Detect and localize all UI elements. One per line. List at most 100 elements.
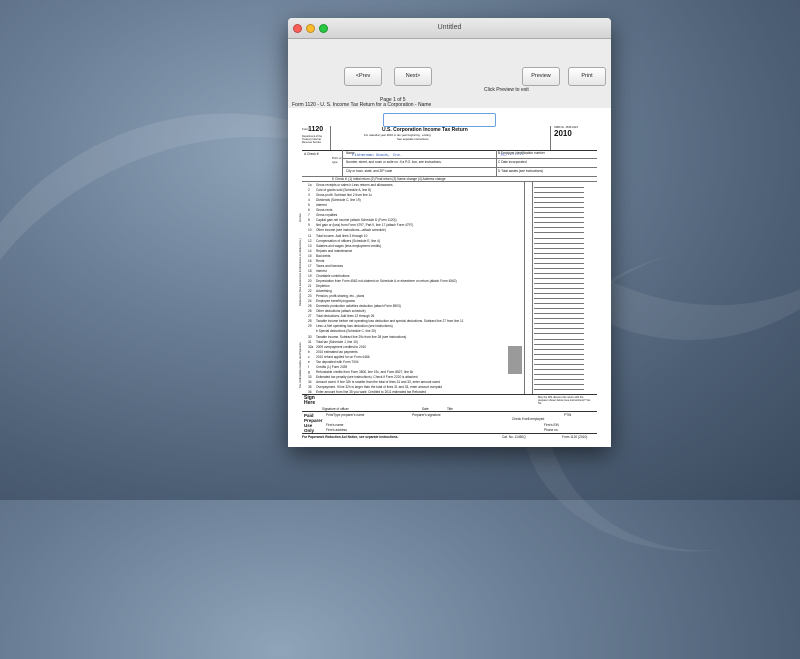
- line-number: 7: [308, 213, 310, 218]
- line-description: Domestic production activities deduction…: [316, 304, 401, 309]
- amount-field[interactable]: [534, 242, 584, 244]
- amount-field[interactable]: [534, 368, 584, 370]
- divider: [302, 433, 597, 434]
- amount-field[interactable]: [534, 237, 584, 239]
- line-number: 10: [308, 228, 312, 233]
- amount-field[interactable]: [534, 202, 584, 204]
- amount-field[interactable]: [534, 293, 584, 295]
- divider: [496, 150, 497, 176]
- line-description: Cost of goods sold (Schedule A, line 8): [316, 188, 371, 193]
- amount-field[interactable]: [534, 353, 584, 355]
- line-number: 26: [308, 309, 312, 314]
- amount-field[interactable]: [534, 313, 584, 315]
- line-description: Taxable income before net operating loss…: [316, 319, 464, 324]
- line-number: 9: [308, 223, 310, 228]
- amount-field[interactable]: [534, 272, 584, 274]
- deductions-section-label: Deductions (See instructions for limitat…: [299, 238, 302, 306]
- amount-field[interactable]: [534, 328, 584, 330]
- preparer-signature-label: Preparer's signature: [412, 413, 441, 417]
- line-description: Net gain or (loss) from Form 4797, Part …: [316, 223, 414, 228]
- line-description: 2009 overpayment credited to 2010: [316, 344, 367, 349]
- address-label: Number, street, and room or suite no. If…: [346, 160, 442, 164]
- zoom-window-button[interactable]: [319, 24, 328, 33]
- self-employed-checkbox[interactable]: Check if self-employed: [512, 417, 544, 421]
- amount-field[interactable]: [534, 267, 584, 269]
- tax-section-label: Tax, Refundable Credits, and Payments: [299, 342, 302, 388]
- preview-hint: Click Preview to exit: [484, 87, 529, 93]
- line-number: 3: [308, 193, 310, 198]
- line-number: 18: [308, 268, 312, 273]
- line-description: Rents: [316, 258, 325, 263]
- line-description: Interest: [316, 268, 327, 273]
- amount-field[interactable]: [534, 247, 584, 249]
- amount-field[interactable]: [534, 373, 584, 375]
- amount-field[interactable]: [534, 318, 584, 320]
- amount-field[interactable]: [534, 197, 584, 199]
- amount-field[interactable]: [534, 333, 584, 335]
- toolbar: <Prev Next> Preview Print Page 1 of 5 Cl…: [288, 39, 611, 109]
- line-description: Credits (1) Form 2439: [316, 364, 348, 369]
- print-button[interactable]: Print: [568, 67, 606, 86]
- document-view: Form 1120 Department of the Treasury Int…: [288, 108, 611, 447]
- minimize-window-button[interactable]: [306, 24, 315, 33]
- title-bar[interactable]: Untitled: [288, 18, 611, 39]
- divider: [302, 176, 597, 177]
- amount-field[interactable]: [534, 358, 584, 360]
- amount-field[interactable]: [534, 187, 584, 188]
- form-number: 1120: [308, 126, 324, 133]
- line-description: Advertising: [316, 289, 332, 294]
- line-number: 6: [308, 208, 310, 213]
- line-description: Amount owed. If line 32h is smaller than…: [316, 379, 440, 384]
- amount-field[interactable]: [534, 343, 584, 345]
- line-number: c: [308, 354, 310, 359]
- divider: [532, 181, 533, 394]
- amount-field[interactable]: [534, 217, 584, 219]
- amount-field[interactable]: [534, 383, 584, 385]
- line-description: Gross royalties: [316, 213, 338, 218]
- line-description: Estimated tax penalty (see instructions)…: [316, 374, 418, 379]
- amount-field[interactable]: [534, 303, 584, 305]
- footer-cat-number: Cat. No. 11450Q: [502, 435, 526, 439]
- line-number: 25: [308, 304, 312, 309]
- field-input[interactable]: [383, 113, 496, 127]
- line-number: 33: [308, 374, 312, 379]
- next-page-button[interactable]: Next>: [394, 67, 432, 86]
- firm-name-label: Firm's name: [326, 423, 344, 427]
- amount-field[interactable]: [534, 288, 584, 289]
- amount-field[interactable]: [534, 192, 584, 194]
- amount-field[interactable]: [534, 207, 584, 209]
- amount-field[interactable]: [534, 227, 584, 229]
- amount-field[interactable]: [534, 282, 584, 284]
- amount-field[interactable]: [534, 277, 584, 279]
- amount-field[interactable]: [534, 262, 584, 264]
- amount-field[interactable]: [534, 389, 584, 390]
- amount-field[interactable]: [534, 378, 584, 380]
- amount-field[interactable]: [534, 298, 584, 300]
- amount-field[interactable]: [534, 232, 584, 234]
- amount-field[interactable]: [534, 323, 584, 325]
- preview-button[interactable]: Preview: [522, 67, 560, 86]
- close-window-button[interactable]: [293, 24, 302, 33]
- amount-field[interactable]: [534, 348, 584, 350]
- preparer-name-label: Print/Type preparer's name: [326, 413, 365, 417]
- amount-field[interactable]: [534, 212, 584, 214]
- line-description: Overpayment. If line 32h is larger than …: [316, 385, 442, 389]
- divider: [342, 158, 597, 159]
- amount-field[interactable]: [534, 338, 584, 340]
- line-number: 16: [308, 258, 312, 263]
- line-number: 15: [308, 253, 312, 258]
- irs-discuss-label: May the IRS discuss this return with the…: [538, 396, 591, 405]
- divider: [342, 167, 597, 168]
- total-assets-label: D Total assets (see instructions): [498, 169, 544, 173]
- amount-field[interactable]: [534, 222, 584, 224]
- amount-field[interactable]: [534, 252, 584, 254]
- form-year: 2010: [554, 129, 572, 138]
- prev-page-button[interactable]: <Prev: [344, 67, 382, 86]
- amount-field[interactable]: [534, 308, 584, 310]
- line-description: Less: a Net operating loss deduction (se…: [316, 324, 393, 329]
- window-controls: [293, 24, 328, 33]
- line-description: Other income (see instructions—attach sc…: [316, 228, 386, 233]
- amount-field[interactable]: [534, 363, 584, 365]
- line-number: 19: [308, 273, 312, 278]
- amount-field[interactable]: [534, 257, 584, 259]
